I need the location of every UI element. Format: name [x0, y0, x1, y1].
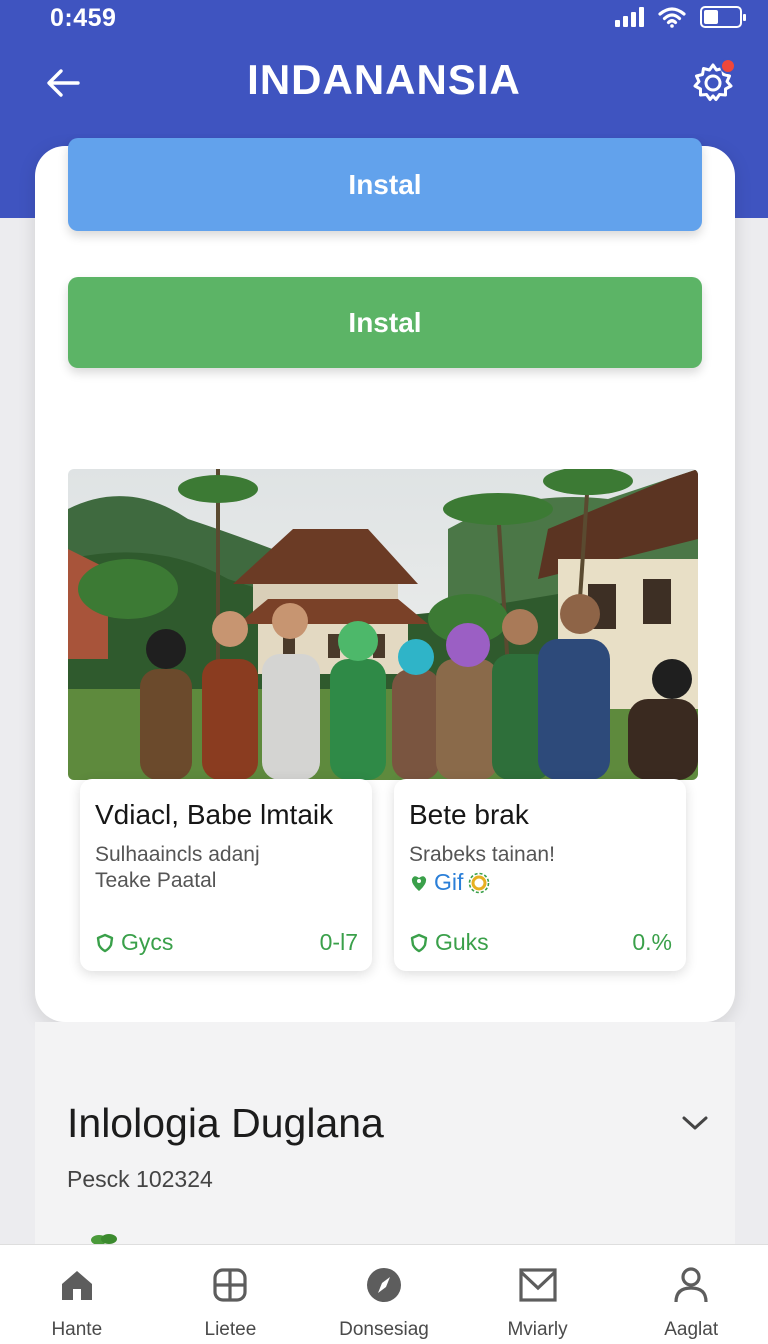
compass-icon	[364, 1265, 404, 1305]
card-subdescription: Teake Paatal	[95, 869, 217, 892]
expand-button[interactable]	[675, 1108, 715, 1138]
nav-label: Donsesiag	[339, 1319, 429, 1340]
card-tag-label: Guks	[435, 929, 489, 955]
info-card[interactable]: Vdiacl, Babe lmtaik Sulhaaincls adanj Te…	[80, 779, 372, 971]
card-description: Sulhaaincls adanj	[95, 843, 260, 866]
wifi-icon	[658, 7, 686, 28]
card-tag: Guks	[409, 929, 489, 956]
nav-item-discover[interactable]: Donsesiag	[307, 1245, 461, 1344]
nav-label: Lietee	[204, 1319, 257, 1340]
gif-label: Gif	[434, 869, 464, 895]
signal-icon	[615, 7, 644, 27]
card-value: 0-l7	[319, 929, 358, 955]
bottom-navigation: Hante Lietee Donsesiag Mviarly Aaglat	[0, 1244, 768, 1344]
card-title: Vdiacl, Babe lmtaik	[95, 799, 334, 830]
grid-icon	[210, 1265, 250, 1305]
section-title: Inlologia Duglana	[67, 1100, 384, 1146]
nav-item-profile[interactable]: Aaglat	[614, 1245, 768, 1344]
nav-item-home[interactable]: Hante	[0, 1245, 154, 1344]
shield-icon	[96, 933, 114, 952]
install-button-secondary[interactable]: Instal	[68, 277, 702, 368]
info-card[interactable]: Bete brak Srabeks tainan! Gif Guks 0.%	[394, 779, 686, 971]
nav-item-list[interactable]: Lietee	[154, 1245, 308, 1344]
section-subtitle: Pesck 102324	[67, 1166, 213, 1192]
nav-label: Aaglat	[664, 1319, 719, 1340]
nav-item-messages[interactable]: Mviarly	[461, 1245, 615, 1344]
heart-pin-icon	[411, 875, 427, 891]
app-bar: INDANANSIA	[0, 44, 768, 120]
home-icon	[57, 1265, 97, 1305]
notification-badge	[720, 58, 736, 74]
profile-icon	[671, 1265, 711, 1305]
card-tag: Gycs	[95, 929, 173, 956]
card-footer: Guks 0.%	[409, 929, 672, 956]
settings-button[interactable]	[686, 56, 740, 110]
gif-row: Gif	[409, 869, 490, 896]
status-time: 0:459	[50, 4, 117, 32]
card-title: Bete brak	[409, 799, 529, 830]
sprout-icon	[91, 1234, 117, 1244]
info-section: Inlologia Duglana Pesck 102324	[35, 1022, 735, 1244]
card-tag-label: Gycs	[121, 929, 174, 955]
sun-badge-icon	[469, 872, 490, 893]
status-bar: 0:459	[0, 0, 768, 40]
mail-icon	[518, 1265, 558, 1305]
nav-label: Mviarly	[507, 1319, 568, 1340]
card-value: 0.%	[632, 929, 672, 955]
village-community-photo	[68, 469, 698, 780]
chevron-down-icon	[682, 1116, 708, 1130]
install-button-primary[interactable]: Instal	[68, 138, 702, 231]
nav-label: Hante	[51, 1319, 103, 1340]
app-title: INDANANSIA	[247, 56, 521, 103]
card-description: Srabeks tainan!	[409, 843, 555, 866]
battery-icon	[700, 6, 746, 28]
main-card: Instal Instal Vdiacl, Babe lmtaik Sulhaa…	[35, 138, 735, 1022]
shield-icon	[410, 933, 428, 952]
status-icons	[615, 6, 746, 28]
card-footer: Gycs 0-l7	[95, 929, 358, 956]
